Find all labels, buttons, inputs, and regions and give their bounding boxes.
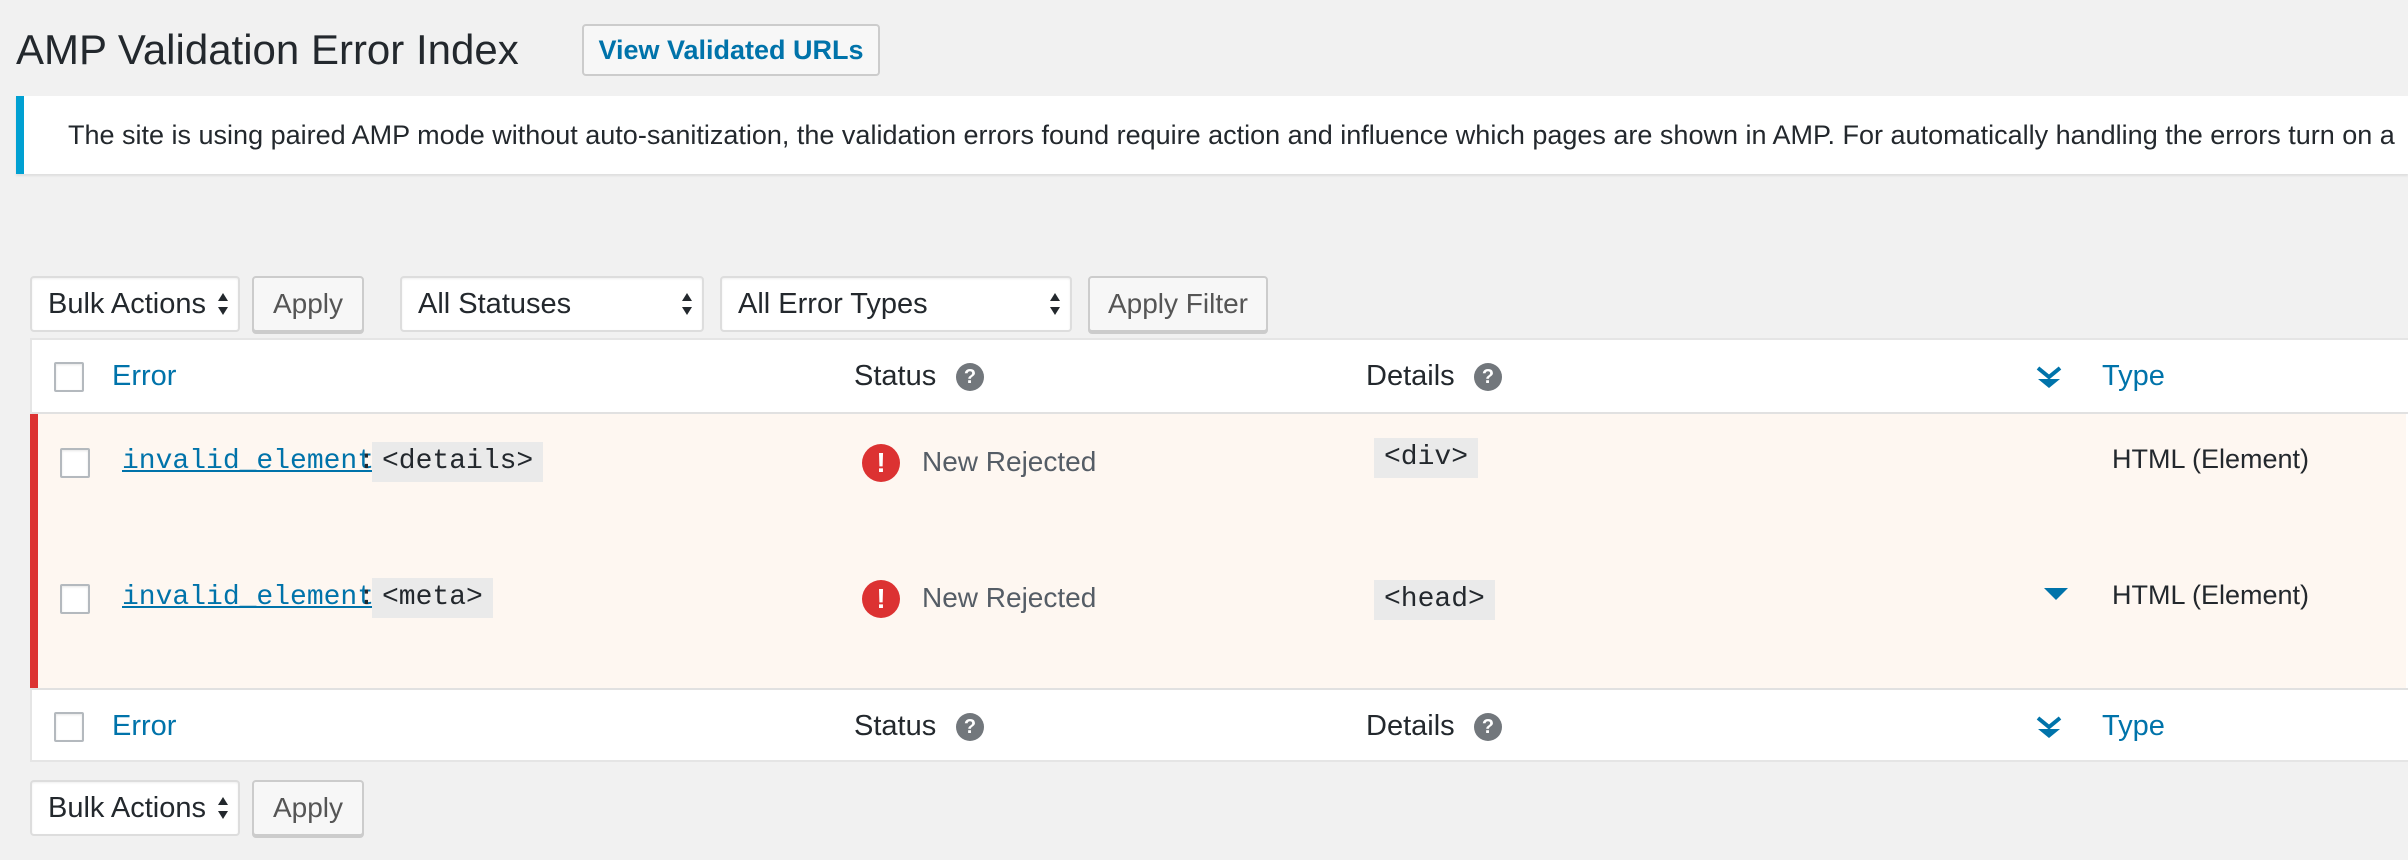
column-footer-error[interactable]: Error (112, 710, 176, 743)
row-checkbox[interactable] (60, 448, 90, 478)
bulk-actions-select-bottom[interactable]: Bulk Actions (30, 780, 240, 836)
column-header-status: Status (854, 360, 937, 392)
select-all-checkbox-footer[interactable] (54, 712, 84, 742)
table-header-row: Error Status ? Details ? Type (32, 340, 2408, 414)
status-filter-select[interactable]: All Statuses (400, 276, 704, 332)
apply-button-bottom[interactable]: Apply (252, 780, 364, 836)
type-text: HTML (Element) (2112, 444, 2310, 474)
triangle-down-icon[interactable] (2044, 586, 2068, 602)
details-help-icon[interactable]: ? (1474, 713, 1502, 741)
error-type-filter-select[interactable]: All Error Types (720, 276, 1072, 332)
table-footer-row: Error Status ? Details ? Type (32, 688, 2408, 762)
notice-text: The site is using paired AMP mode withou… (68, 120, 2395, 150)
column-header-error[interactable]: Error (112, 360, 176, 393)
double-chevron-down-icon[interactable] (2036, 716, 2062, 742)
up-down-arrows-icon (218, 797, 228, 819)
bulk-actions-select-top[interactable]: Bulk Actions (30, 276, 240, 332)
details-help-icon[interactable]: ? (1474, 363, 1502, 391)
error-type-filter-label: All Error Types (738, 287, 928, 320)
status-text: New Rejected (922, 582, 1097, 613)
up-down-arrows-icon (682, 293, 692, 315)
element-code: <details> (372, 442, 544, 482)
error-circle-icon: ! (862, 580, 900, 618)
apply-button-top[interactable]: Apply (252, 276, 364, 332)
view-validated-urls-button[interactable]: View Validated URLs (582, 24, 880, 76)
type-text: HTML (Element) (2112, 580, 2310, 610)
select-all-checkbox[interactable] (54, 362, 84, 392)
status-filter-label: All Statuses (418, 287, 572, 320)
page-title: AMP Validation Error Index (16, 26, 519, 73)
status-text: New Rejected (922, 446, 1097, 477)
status-help-icon[interactable]: ? (956, 363, 984, 391)
double-chevron-down-icon[interactable] (2036, 366, 2062, 392)
validation-errors-table: Error Status ? Details ? Type invalid_el… (30, 338, 2408, 762)
column-footer-type[interactable]: Type (2102, 710, 2165, 743)
column-header-details: Details (1366, 360, 1455, 392)
error-rows: invalid_element : <details> ! New Reject… (30, 414, 2406, 688)
error-code-link[interactable]: invalid_element (122, 446, 374, 477)
column-footer-status: Status (854, 710, 937, 742)
error-code-link[interactable]: invalid_element (122, 582, 374, 613)
column-footer-details: Details (1366, 710, 1455, 742)
apply-filter-button[interactable]: Apply Filter (1088, 276, 1268, 332)
error-circle-icon: ! (862, 444, 900, 482)
info-notice: The site is using paired AMP mode withou… (16, 96, 2408, 174)
bulk-actions-label: Bulk Actions (48, 791, 206, 824)
status-help-icon[interactable]: ? (956, 713, 984, 741)
row-checkbox[interactable] (60, 584, 90, 614)
up-down-arrows-icon (1050, 293, 1060, 315)
details-code: <head> (1374, 580, 1495, 620)
up-down-arrows-icon (218, 293, 228, 315)
column-header-type[interactable]: Type (2102, 360, 2165, 393)
details-code: <div> (1374, 438, 1479, 478)
bulk-actions-label: Bulk Actions (48, 287, 206, 320)
element-code: <meta> (372, 578, 493, 618)
